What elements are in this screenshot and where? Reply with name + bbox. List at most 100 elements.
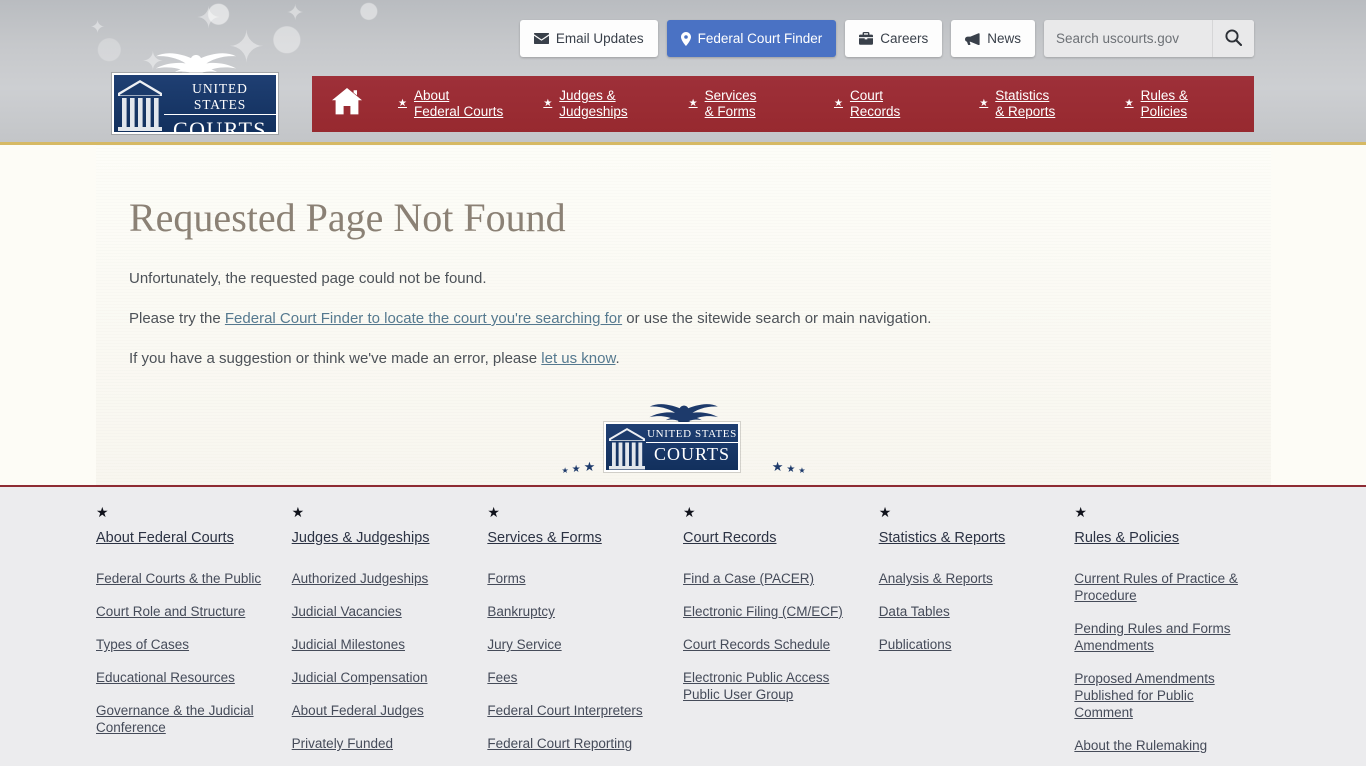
footer-column-about-federal-courts: ★ About Federal Courts Federal Courts & … bbox=[96, 504, 292, 766]
nav-item-rules-policies[interactable]: ★ Rules & Policies bbox=[1109, 76, 1254, 132]
utility-bar: Email Updates Federal Court Finder Caree… bbox=[519, 20, 1254, 57]
footer-heading-about-federal-courts[interactable]: About Federal Courts bbox=[96, 529, 274, 548]
footer-heading-judges-judgeships[interactable]: Judges & Judgeships bbox=[292, 529, 470, 548]
footer-link[interactable]: Find a Case (PACER) bbox=[683, 570, 861, 587]
footer-link[interactable]: Data Tables bbox=[879, 603, 1057, 620]
footer-link[interactable]: Federal Courts & the Public bbox=[96, 570, 274, 587]
content-panel: Requested Page Not Found Unfortunately, … bbox=[96, 145, 1271, 485]
star-icon: ★ bbox=[291, 504, 305, 520]
home-icon bbox=[332, 88, 362, 120]
footer-link[interactable]: Fees bbox=[487, 669, 665, 686]
footer-link[interactable]: Electronic Filing (CM/ECF) bbox=[683, 603, 861, 620]
nav-item-court-records[interactable]: ★ Court Records bbox=[818, 76, 963, 132]
let-us-know-link[interactable]: let us know bbox=[541, 350, 615, 367]
map-pin-icon bbox=[680, 31, 691, 46]
nav-item-statistics-reports[interactable]: ★ Statistics & Reports bbox=[963, 76, 1108, 132]
star-icon: ★ bbox=[1074, 504, 1087, 520]
footer-link[interactable]: Authorized Judgeships bbox=[292, 570, 470, 587]
star-icon: ★ bbox=[543, 98, 553, 109]
footer-link[interactable]: About Federal Judges bbox=[292, 702, 470, 719]
main-content: Requested Page Not Found Unfortunately, … bbox=[0, 145, 1366, 487]
courthouse-icon bbox=[118, 80, 162, 131]
suggestion-text-pre: If you have a suggestion or think we've … bbox=[129, 350, 542, 367]
star-icon: ★ bbox=[583, 459, 596, 474]
search-icon bbox=[1225, 28, 1243, 49]
footer-column-statistics-reports: ★ Statistics & Reports Analysis & Report… bbox=[879, 504, 1075, 766]
footer-link[interactable]: Educational Resources bbox=[96, 669, 274, 686]
star-icon: ★ bbox=[979, 98, 989, 109]
news-label: News bbox=[987, 31, 1021, 46]
footer-link[interactable]: About the Rulemaking bbox=[1074, 737, 1252, 754]
footer-heading-services-forms[interactable]: Services & Forms bbox=[487, 529, 665, 548]
footer-column-services-forms: ★ Services & Forms Forms Bankruptcy Jury… bbox=[487, 504, 683, 766]
footer-heading-statistics-reports[interactable]: Statistics & Reports bbox=[879, 529, 1057, 548]
federal-court-finder-link[interactable]: Federal Court Finder to locate the court… bbox=[225, 310, 622, 327]
footer-link[interactable]: Analysis & Reports bbox=[879, 570, 1057, 587]
email-updates-button[interactable]: Email Updates bbox=[519, 20, 658, 57]
nav-item-about-federal-courts[interactable]: ★ About Federal Courts bbox=[382, 76, 527, 132]
nav-label-line-2: Policies bbox=[1140, 104, 1188, 119]
courthouse-icon bbox=[608, 428, 645, 470]
footer-link[interactable]: Bankruptcy bbox=[487, 603, 665, 620]
footer-link[interactable]: Pending Rules and Forms Amendments bbox=[1074, 620, 1252, 654]
star-icon: ★ bbox=[398, 98, 407, 109]
site-logo[interactable]: UNITED STATES COURTS bbox=[112, 52, 278, 134]
logo-line-2: COURTS bbox=[173, 117, 267, 134]
footer-link[interactable]: Current Rules of Practice & Procedure bbox=[1074, 570, 1252, 604]
court-finder-paragraph: Please try the Federal Court Finder to l… bbox=[129, 308, 931, 330]
suggestion-text-post: . bbox=[615, 350, 620, 367]
main-navigation: ★ About Federal Courts ★ Judges & Judges… bbox=[312, 76, 1254, 132]
search-input[interactable] bbox=[1044, 20, 1212, 57]
footer-link[interactable]: Judicial Compensation bbox=[292, 669, 470, 686]
nav-label-line-2: Federal Courts bbox=[413, 104, 504, 119]
star-watermark: ✦ bbox=[90, 17, 106, 37]
footer-link[interactable]: Publications bbox=[879, 636, 1057, 653]
seal-stars-right: ★ ★ ★ bbox=[772, 459, 806, 475]
footer-link[interactable]: Federal Court Interpreters bbox=[487, 702, 665, 719]
careers-button[interactable]: Careers bbox=[845, 20, 943, 57]
footer-link[interactable]: Governance & the Judicial Conference bbox=[96, 702, 274, 736]
footer-link[interactable]: Electronic Public Access Public User Gro… bbox=[683, 669, 861, 703]
nav-item-judges-judgeships[interactable]: ★ Judges & Judgeships bbox=[527, 76, 672, 132]
star-icon: ★ bbox=[786, 464, 796, 475]
footer-link[interactable]: Court Records Schedule bbox=[683, 636, 861, 653]
nav-item-services-forms[interactable]: ★ Services & Forms bbox=[673, 76, 818, 132]
page-title: Requested Page Not Found bbox=[129, 195, 566, 240]
footer-heading-rules-policies[interactable]: Rules & Policies bbox=[1074, 529, 1252, 548]
nav-label-line-1: Services bbox=[704, 88, 757, 103]
star-icon: ★ bbox=[1124, 98, 1134, 109]
star-watermark: ✦ bbox=[196, 2, 222, 35]
search-submit-button[interactable] bbox=[1212, 20, 1254, 57]
federal-court-finder-button[interactable]: Federal Court Finder bbox=[666, 20, 837, 57]
footer-link[interactable]: Judicial Milestones bbox=[292, 636, 470, 653]
footer-link[interactable]: Judicial Vacancies bbox=[292, 603, 470, 620]
footer-heading-court-records[interactable]: Court Records bbox=[683, 529, 861, 548]
nav-label: About Federal Courts bbox=[414, 88, 503, 120]
star-icon: ★ bbox=[878, 504, 892, 520]
footer-link[interactable]: Types of Cases bbox=[96, 636, 274, 653]
footer-column-judges-judgeships: ★ Judges & Judgeships Authorized Judgesh… bbox=[292, 504, 488, 766]
seal-line-1: UNITED STATES bbox=[645, 428, 738, 443]
content-seal: ★ ★ ★ UNITED STATES COURTS ★ ★ ★ bbox=[562, 403, 806, 481]
nav-label-line-1: Judges & bbox=[559, 88, 616, 103]
footer-column-court-records: ★ Court Records Find a Case (PACER) Elec… bbox=[683, 504, 879, 766]
footer-link[interactable]: Privately Funded bbox=[292, 735, 470, 752]
seal-stars-left: ★ ★ ★ bbox=[562, 459, 596, 475]
footer-link[interactable]: Proposed Amendments Published for Public… bbox=[1074, 670, 1252, 721]
seal-plaque: UNITED STATES COURTS bbox=[603, 422, 740, 472]
logo-text: UNITED STATES COURTS bbox=[164, 81, 276, 134]
nav-label-line-1: Rules & bbox=[1140, 88, 1188, 103]
news-button[interactable]: News bbox=[951, 20, 1035, 57]
footer-link[interactable]: Court Role and Structure bbox=[96, 603, 274, 620]
seal-line-2: COURTS bbox=[654, 444, 730, 464]
footer-link[interactable]: Jury Service bbox=[487, 636, 665, 653]
footer-link[interactable]: Forms bbox=[487, 570, 665, 587]
nav-home-link[interactable] bbox=[312, 76, 382, 132]
star-icon: ★ bbox=[688, 98, 698, 109]
footer-column-rules-policies: ★ Rules & Policies Current Rules of Prac… bbox=[1074, 504, 1270, 766]
star-icon: ★ bbox=[571, 464, 581, 475]
footer-link[interactable]: Federal Court Reporting bbox=[487, 735, 665, 752]
nav-label-line-1: Statistics bbox=[995, 88, 1050, 103]
site-header: ✦ ✦ ✦ ✦ ✦ UNITED STATES COURTS Email Upd… bbox=[0, 0, 1366, 145]
megaphone-icon bbox=[965, 32, 980, 45]
